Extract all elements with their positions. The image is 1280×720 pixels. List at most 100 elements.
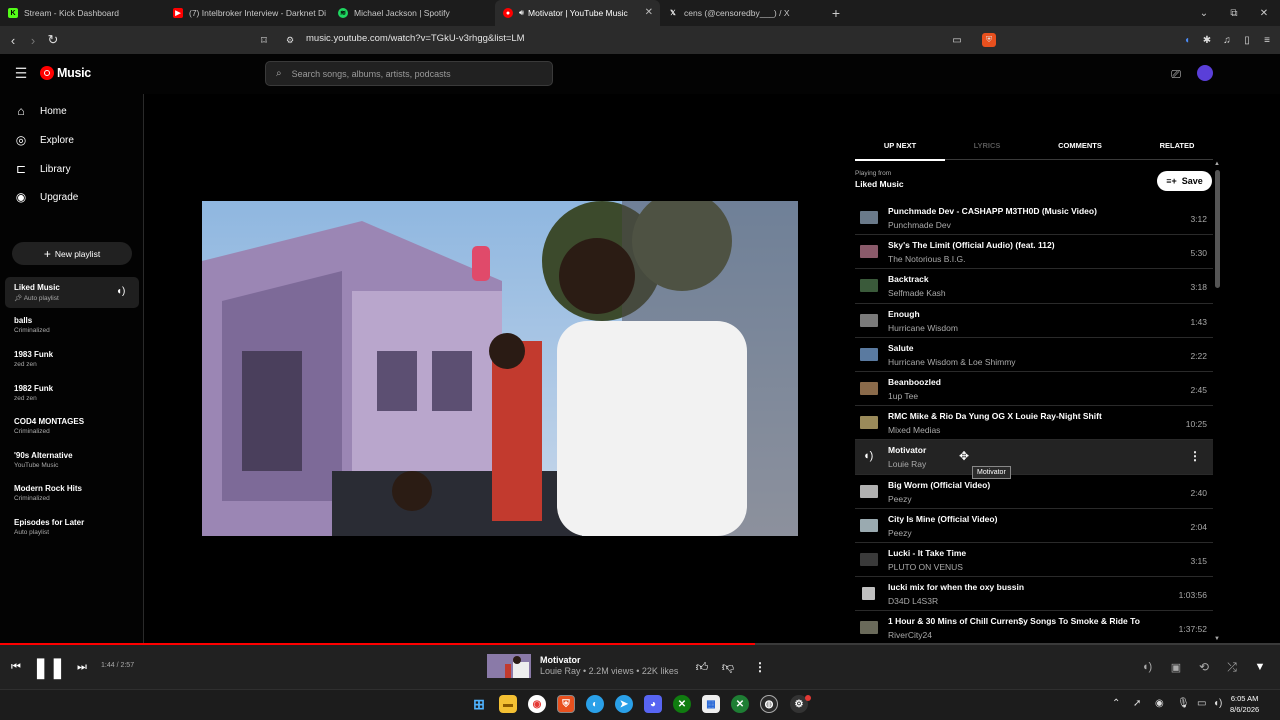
sidebar-toggle-icon[interactable]: ▯ [1240, 33, 1254, 47]
extensions-icon[interactable]: ✱ [1200, 33, 1214, 47]
new-tab-button[interactable]: + [825, 5, 847, 21]
scroll-up-icon[interactable]: ▲ [1214, 161, 1220, 167]
taskbar-clock[interactable]: 6:05 AM 8/6/2026 [1230, 693, 1259, 715]
sidebar-item-upgrade[interactable]: ◉ Upgrade [14, 190, 79, 204]
playlist-item[interactable]: COD4 MONTAGES Criminalized [14, 417, 134, 435]
youtube-music-logo[interactable]: Music [40, 66, 91, 80]
chrome-icon[interactable]: ◉ [528, 695, 546, 713]
shuffle-icon[interactable]: ⤮ [1224, 659, 1240, 675]
hamburger-menu-icon[interactable]: ☰ [13, 65, 29, 81]
app-icon[interactable]: ◍ [760, 695, 778, 713]
queue-item[interactable]: Punchmade Dev - CASHAPP M3TH0D (Music Vi… [855, 201, 1213, 236]
search-box[interactable]: ⌕ [265, 61, 553, 86]
queue-item[interactable]: Enough Hurricane Wisdom 1:43 [855, 304, 1213, 338]
queue-item-now-playing[interactable]: ◖) Motivator Louie Ray ✥ ⋮ [855, 440, 1213, 475]
x-icon: 𝕏 [670, 10, 676, 17]
playlist-item[interactable]: 1982 Funk zed zen [14, 384, 134, 402]
tab-lyrics[interactable]: LYRICS [945, 141, 1029, 150]
discord-icon[interactable]: ◕ [644, 695, 662, 713]
audio-icon[interactable]: ◖ [1180, 33, 1194, 47]
playlist-item[interactable]: Modern Rock Hits Criminalized [14, 484, 134, 502]
tab-related[interactable]: RELATED [1135, 141, 1219, 150]
sidebar-item-home[interactable]: ⌂ Home [14, 104, 66, 118]
playlist-item[interactable]: Episodes for Later Auto playlist [14, 518, 134, 536]
bookmark-icon[interactable]: ⌑ [256, 32, 272, 48]
browser-tab[interactable]: 𝕏 cens (@censoredby___) / X [660, 0, 825, 26]
avatar[interactable] [1197, 65, 1213, 81]
screen-icon[interactable]: ▭ [950, 33, 964, 47]
browser-tab[interactable]: ≋ Michael Jackson | Spotify [330, 0, 495, 26]
xbox-app-icon[interactable]: ✕ [731, 695, 749, 713]
thumbs-up-icon[interactable]: 👍︎ [694, 659, 710, 675]
miniplayer-icon[interactable]: ▣ [1168, 659, 1184, 675]
speaker-icon[interactable]: 🔊︎ [519, 8, 524, 18]
queue-item[interactable]: City Is Mine (Official Video) Peezy 2:04 [855, 509, 1213, 543]
pause-icon[interactable]: ❚❚ [32, 655, 66, 679]
chevron-down-icon[interactable]: ▼ [1252, 659, 1268, 675]
browser-tab[interactable]: K Stream - Kick Dashboard [0, 0, 165, 26]
more-options-icon[interactable]: ⋮ [752, 659, 768, 675]
next-icon[interactable]: ⏭︎ [74, 659, 90, 675]
queue-item[interactable]: Lucki - It Take Time PLUTO ON VENUS 3:15 [855, 543, 1213, 578]
playlist-item[interactable]: balls Criminalized [14, 316, 134, 334]
spotify-icon: ≋ [338, 8, 348, 18]
browser-tab-active[interactable]: ● 🔊︎ Motivator | YouTube Music ✕ [495, 0, 660, 26]
queue-item[interactable]: 1 Hour & 30 Mins of Chill Curren$y Songs… [855, 611, 1213, 645]
save-button[interactable]: ≡+ Save [1157, 171, 1212, 191]
search-input[interactable] [291, 68, 532, 79]
queue-item[interactable]: Sky's The Limit (Official Audio) (feat. … [855, 235, 1213, 270]
new-playlist-button[interactable]: + New playlist [12, 242, 132, 265]
previous-icon[interactable]: ⏮︎ [8, 659, 24, 675]
microphone-icon[interactable]: 🎙︎ [1177, 698, 1190, 709]
site-info-icon[interactable]: ⚙ [282, 32, 298, 48]
file-explorer-icon[interactable]: ▬ [499, 695, 517, 713]
brave-icon[interactable]: ⛨ [557, 695, 575, 713]
restore-icon[interactable]: ⧉ [1219, 0, 1249, 26]
tray-cursor-icon[interactable]: ➚ [1133, 698, 1141, 709]
thumbs-down-icon[interactable]: 👎︎ [720, 659, 736, 675]
windows-start-icon[interactable]: ⊞ [470, 695, 488, 713]
brave-shield-icon[interactable]: ⛨ [982, 33, 996, 47]
tab-comments[interactable]: COMMENTS [1033, 141, 1127, 150]
repeat-icon[interactable]: ⟲ [1196, 659, 1212, 675]
scroll-down-icon[interactable]: ▼ [1214, 636, 1220, 642]
queue-item[interactable]: Beanboozled 1up Tee 2:45 [855, 372, 1213, 407]
queue-item-title: Salute [888, 342, 914, 353]
queue-item[interactable]: Backtrack Selfmade Kash 3:18 [855, 269, 1213, 304]
menu-icon[interactable]: ≡ [1260, 33, 1274, 47]
url-field[interactable]: music.youtube.com/watch?v=TGkU-v3rhgg&li… [306, 33, 525, 44]
browser-app-icon[interactable]: ◐ [586, 695, 604, 713]
now-playing-title[interactable]: Motivator [540, 655, 581, 665]
queue-item[interactable]: Big Worm (Official Video) Peezy 2:40 [855, 475, 1213, 509]
back-icon[interactable]: ‹ [5, 32, 21, 48]
network-icon[interactable]: ▭ [1197, 698, 1206, 709]
queue-item[interactable]: Salute Hurricane Wisdom & Loe Shimmy 2:2… [855, 338, 1213, 372]
video-player[interactable] [202, 201, 798, 536]
queue-item[interactable]: RMC Mike & Rio Da Yung OG X Louie Ray-Ni… [855, 406, 1213, 441]
more-options-icon[interactable]: ⋮ [1189, 449, 1201, 463]
reload-icon[interactable]: ↻ [45, 32, 61, 48]
forward-icon[interactable]: › [25, 32, 41, 48]
queue-item[interactable]: lucki mix for when the oxy bussin D34D L… [855, 577, 1213, 612]
tray-chevron-icon[interactable]: ⌃ [1112, 698, 1120, 709]
browser-tab[interactable]: ▶ (7) Intelbroker Interview - Darknet Di [165, 0, 330, 26]
close-window-icon[interactable]: ✕ [1249, 0, 1279, 26]
playlist-item[interactable]: '90s Alternative YouTube Music [14, 451, 134, 469]
store-icon[interactable]: ▦ [702, 695, 720, 713]
cast-icon[interactable]: ⎚ [1168, 66, 1184, 82]
album-art[interactable] [487, 654, 531, 678]
playlist-item[interactable]: 1983 Funk zed zen [14, 350, 134, 368]
volume-icon[interactable]: ◖) [1139, 659, 1155, 675]
sidebar-item-library[interactable]: ⊏ Library [14, 162, 71, 176]
now-playing-subtitle[interactable]: Louie Ray • 2.2M views • 22K likes [540, 666, 678, 676]
close-icon[interactable]: ✕ [645, 7, 653, 18]
sidebar-item-explore[interactable]: ◎ Explore [14, 133, 74, 147]
queue-scrollbar[interactable] [1215, 170, 1220, 288]
tray-app-icon[interactable]: ◉ [1155, 698, 1164, 709]
tab-up-next[interactable]: UP NEXT [855, 141, 945, 161]
telegram-icon[interactable]: ➤ [615, 695, 633, 713]
music-note-icon[interactable]: ♫ [1220, 33, 1234, 47]
xbox-icon[interactable]: ✕ [673, 695, 691, 713]
volume-tray-icon[interactable]: ◖) [1213, 698, 1222, 709]
chevron-down-icon[interactable]: ⌄ [1189, 0, 1219, 26]
